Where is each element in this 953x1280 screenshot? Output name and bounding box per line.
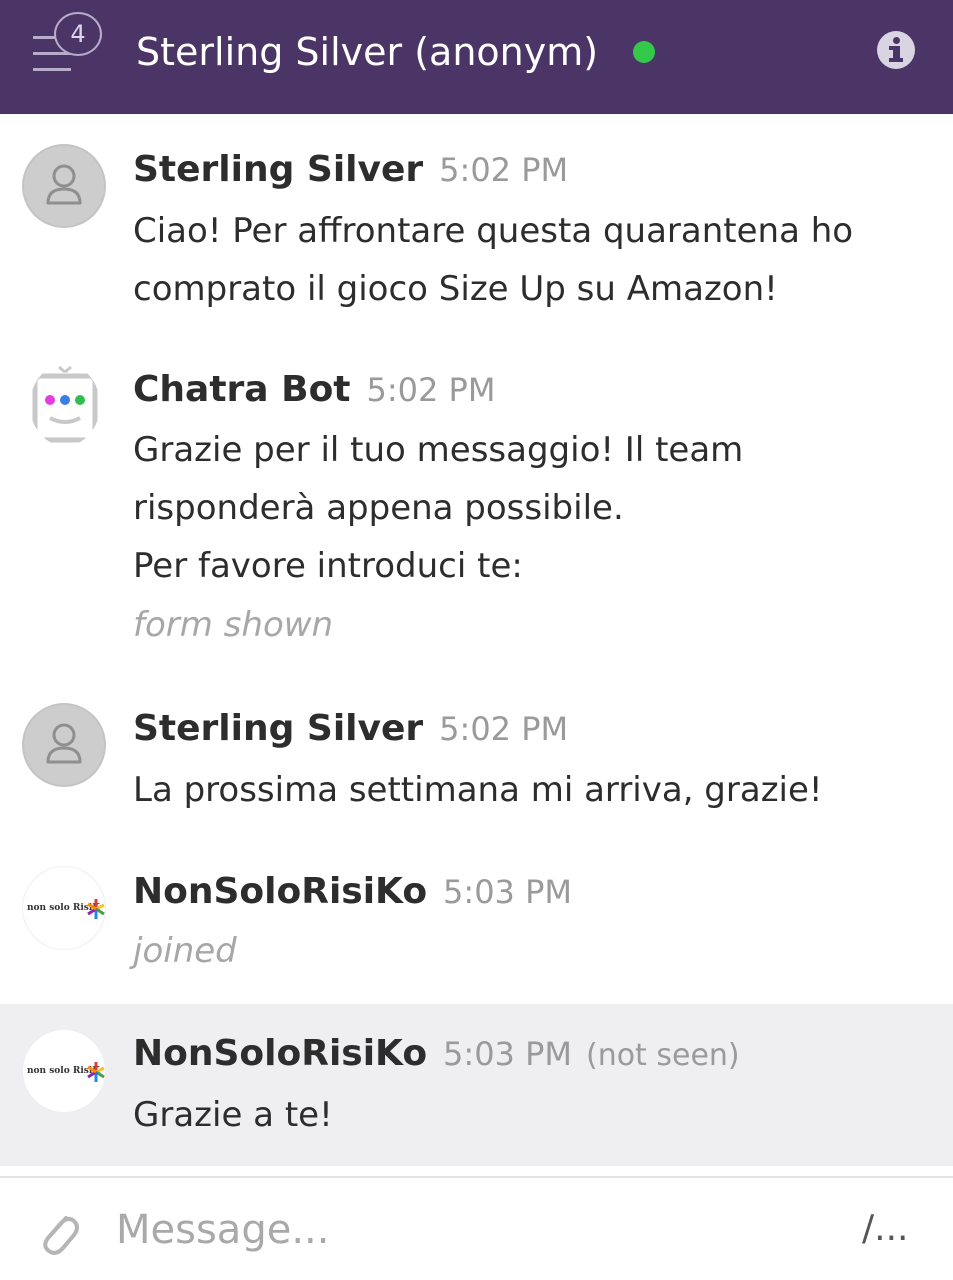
- logo-icon: [87, 1062, 105, 1082]
- message-author: Sterling Silver: [133, 708, 424, 749]
- message-text: Ciao! Per affrontare questa quarantena h…: [133, 202, 853, 318]
- user-icon: [46, 723, 82, 764]
- bot-icon: [32, 365, 98, 443]
- message-line: Per favore introduci te:: [133, 546, 523, 586]
- message-author: NonSoloRisiKo: [133, 1033, 428, 1074]
- user-icon: [46, 164, 82, 205]
- message-time: 5:02 PM: [439, 151, 569, 189]
- logo-icon: [87, 899, 105, 919]
- commands-button[interactable]: /...: [862, 1204, 908, 1254]
- message-item: non solo RisiK NonSoloRisiKo 5:03 PM join…: [0, 834, 953, 1004]
- user-avatar: [22, 144, 106, 228]
- message-time: 5:02 PM: [366, 371, 496, 409]
- message-text: Grazie per il tuo messaggio! Il team ris…: [133, 421, 743, 595]
- message-line: comprato il gioco Size Up su Amazon!: [133, 269, 778, 309]
- message-text: La prossima settimana mi arriva, grazie!: [133, 761, 823, 819]
- system-note: form shown: [133, 605, 334, 645]
- message-time: 5:03 PM: [443, 1035, 572, 1073]
- message-composer: /...: [0, 1176, 953, 1280]
- menu-button[interactable]: 4: [30, 12, 104, 72]
- paperclip-icon[interactable]: [36, 1208, 80, 1258]
- message-time: 5:03 PM: [443, 873, 572, 911]
- message-line: La prossima settimana mi arriva, grazie!: [133, 770, 823, 810]
- message-author: Chatra Bot: [133, 369, 351, 410]
- message-text: Grazie a te!: [133, 1086, 333, 1144]
- message-item: Sterling Silver 5:02 PM La prossima setti…: [0, 674, 953, 834]
- company-avatar: non solo RisiK: [22, 1029, 106, 1113]
- message-item: Sterling Silver 5:02 PM Ciao! Per affront…: [0, 114, 953, 334]
- message-author: Sterling Silver: [133, 149, 424, 190]
- message-item: Chatra Bot 5:02 PM Grazie per il tuo mess…: [0, 334, 953, 674]
- chat-title: Sterling Silver (anonym): [136, 30, 599, 74]
- message-input[interactable]: [116, 1198, 836, 1262]
- message-line: Grazie a te!: [133, 1095, 333, 1135]
- message-line: risponderà appena possibile.: [133, 488, 624, 528]
- online-status-icon: [633, 41, 655, 63]
- company-avatar: non solo RisiK: [22, 866, 106, 950]
- system-note: joined: [133, 931, 237, 971]
- user-avatar: [22, 703, 106, 787]
- message-line: Ciao! Per affrontare questa quarantena h…: [133, 211, 854, 251]
- message-author: NonSoloRisiKo: [133, 871, 428, 912]
- chat-header: 4 Sterling Silver (anonym): [0, 0, 953, 114]
- message-item: non solo RisiK NonSoloRisiKo 5:03 PM (not …: [0, 1004, 953, 1166]
- message-time: 5:02 PM: [439, 710, 569, 748]
- read-status: (not seen): [585, 1038, 740, 1073]
- unread-count-badge: 4: [54, 12, 102, 56]
- info-button[interactable]: [877, 31, 915, 69]
- message-line: Grazie per il tuo messaggio! Il team: [133, 430, 744, 470]
